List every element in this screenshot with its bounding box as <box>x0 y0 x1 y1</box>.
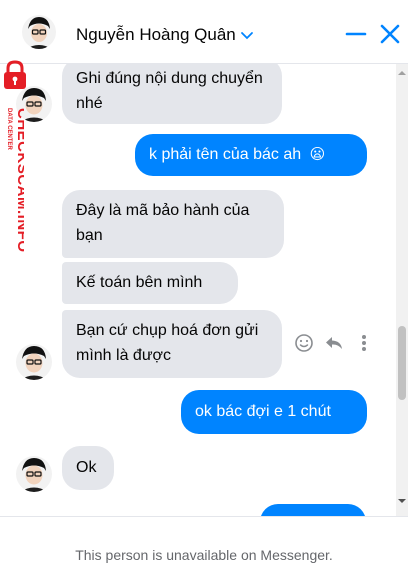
chevron-down-icon <box>240 32 253 40</box>
contact-avatar[interactable] <box>16 456 52 492</box>
message-text: Đây là mã bảo hành của bạn <box>76 202 250 244</box>
incoming-message[interactable]: Ghi đúng nội dung chuyển nhé <box>62 64 282 124</box>
incoming-message[interactable]: Ok <box>62 446 114 490</box>
svg-text:DATA CENTER: DATA CENTER <box>6 108 12 151</box>
watermark: CHECKSCAM.INFO DATA CENTER <box>0 58 44 258</box>
sad-emoji: 😦 <box>309 145 326 163</box>
chat-header: Nguyễn Hoàng Quân <box>0 0 408 64</box>
contact-avatar[interactable] <box>22 15 56 49</box>
close-icon[interactable] <box>378 22 402 46</box>
more-icon[interactable] <box>354 333 374 353</box>
minimize-icon[interactable] <box>344 22 368 46</box>
lock-icon <box>4 60 26 89</box>
scrollbar-thumb[interactable] <box>398 326 406 400</box>
incoming-message[interactable]: Bạn cứ chụp hoá đơn gửi mình là được <box>62 310 282 378</box>
contact-avatar[interactable] <box>16 344 52 380</box>
message-list: Ghi đúng nội dung chuyển nhé k phải tên … <box>0 64 396 516</box>
scroll-down-icon[interactable] <box>396 496 408 506</box>
message-text: Kế toán bên mình <box>76 274 203 291</box>
message-text: Ok <box>76 459 97 476</box>
contact-name: Nguyễn Hoàng Quân <box>76 25 236 44</box>
outgoing-message[interactable]: ok bác đợi e 1 chút <box>181 390 367 434</box>
message-text: Ghi đúng nội dung chuyển nhé <box>76 70 263 112</box>
message-text: ok bác đợi e 1 chút <box>195 403 331 420</box>
message-actions <box>294 331 374 355</box>
incoming-message[interactable]: Đây là mã bảo hành của bạn <box>62 190 284 258</box>
svg-text:CHECKSCAM.INFO: CHECKSCAM.INFO <box>14 108 24 253</box>
outgoing-message[interactable]: k phải tên của bác ah 😦 <box>135 134 367 176</box>
react-icon[interactable] <box>294 333 314 353</box>
message-text: k phải tên của bác ah <box>149 146 302 163</box>
scrollbar[interactable] <box>396 64 408 516</box>
unavailable-notice: This person is unavailable on Messenger. <box>75 547 333 563</box>
outgoing-message[interactable] <box>260 504 366 516</box>
composer-footer: This person is unavailable on Messenger. <box>0 516 408 564</box>
reply-icon[interactable] <box>324 333 344 353</box>
message-text: Bạn cứ chụp hoá đơn gửi mình là được <box>76 322 259 364</box>
incoming-message[interactable]: Kế toán bên mình <box>62 262 238 304</box>
scroll-up-icon[interactable] <box>396 68 408 78</box>
watermark-text: CHECKSCAM.INFO DATA CENTER <box>6 108 24 253</box>
contact-name-dropdown[interactable]: Nguyễn Hoàng Quân <box>76 25 254 45</box>
